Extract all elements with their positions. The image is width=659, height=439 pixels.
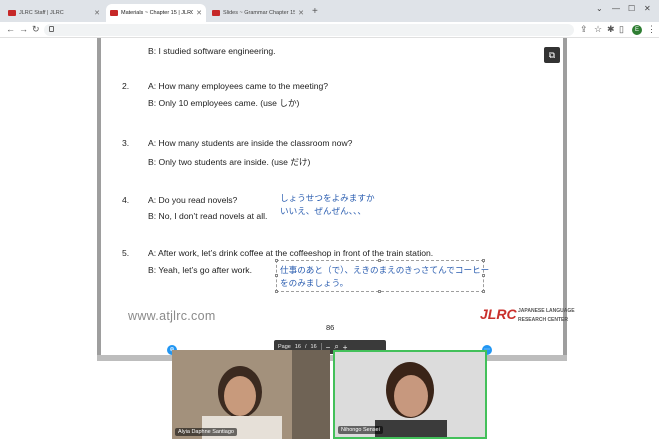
screen: JLRC Staff | JLRC ✕ Materials ~ Chapter …	[0, 0, 659, 439]
handwritten-note: いいえ、ぜんぜん、、、	[280, 206, 366, 216]
address-bar[interactable]	[44, 24, 574, 36]
tab-jlrc-staff[interactable]: JLRC Staff | JLRC ✕	[4, 4, 104, 22]
jlrc-favicon-icon	[8, 10, 16, 16]
participant-name: Alyia Daphne Santiago	[175, 428, 237, 436]
answer-line: B: No, I don’t read novels at all.	[148, 211, 268, 221]
handwritten-note: 仕事のあと（で）、えきのまえのきっさてんでコーヒー	[280, 265, 490, 275]
extensions-icon[interactable]: ✱	[607, 24, 615, 35]
answer-line: B: I studied software engineering.	[148, 46, 276, 56]
horizontal-scrollbar[interactable]	[97, 355, 567, 361]
sidebar-icon[interactable]: ▯	[619, 24, 624, 35]
question-line: A: Do you read novels?	[148, 195, 238, 205]
handwritten-note: をのみましょう。	[280, 278, 349, 288]
lock-icon	[49, 26, 54, 32]
resize-handle[interactable]	[275, 274, 278, 277]
answer-line: B: Yeah, let’s go after work.	[148, 265, 252, 275]
jlrc-favicon-icon	[110, 10, 118, 16]
question-number: 2.	[122, 81, 130, 91]
menu-icon[interactable]: ⋮	[647, 24, 656, 35]
share-icon[interactable]: ⇪	[580, 24, 588, 35]
resize-handle[interactable]	[378, 290, 381, 293]
forward-icon[interactable]: →	[19, 24, 28, 34]
window-close-icon[interactable]: ✕	[644, 4, 651, 13]
reload-icon[interactable]: ↻	[32, 24, 40, 35]
tab-title: Slides ~ Grammar Chapter 15 | JLRC	[223, 10, 296, 16]
participant-video-tile[interactable]: Alyia Daphne Santiago	[172, 350, 330, 439]
page-number: 86	[326, 323, 335, 332]
participant-avatar	[172, 350, 330, 439]
resize-handle[interactable]	[378, 259, 381, 262]
browser-toolbar: ← → ↻ ⇪ ☆ ✱ ▯ E ⋮	[0, 22, 659, 38]
tab-title: JLRC Staff | JLRC	[19, 10, 64, 16]
browser-tab-strip: JLRC Staff | JLRC ✕ Materials ~ Chapter …	[0, 0, 659, 22]
question-line: A: How many employees came to the meetin…	[148, 81, 329, 91]
resize-handle[interactable]	[482, 290, 485, 293]
handwritten-note: しょうせつをよみますか	[280, 193, 375, 203]
tab-slides[interactable]: Slides ~ Grammar Chapter 15 | JLRC ✕	[208, 4, 308, 22]
new-tab-icon[interactable]: +	[312, 6, 318, 17]
participant-name: Nihongo Sensei	[338, 426, 383, 434]
popout-icon[interactable]: ⧉	[544, 47, 560, 63]
close-icon[interactable]: ✕	[94, 9, 100, 17]
participant-video-tile-active[interactable]: Nihongo Sensei	[333, 350, 487, 439]
resize-handle[interactable]	[482, 259, 485, 262]
tab-materials[interactable]: Materials ~ Chapter 15 | JLRC ✕	[106, 4, 206, 22]
close-icon[interactable]: ✕	[196, 9, 202, 17]
resize-handle[interactable]	[275, 259, 278, 262]
maximize-icon[interactable]: ☐	[628, 4, 635, 13]
logo-subtitle: JAPANESE LANGUAGE	[518, 308, 575, 314]
answer-line: B: Only two students are inside. (use だけ…	[148, 157, 311, 167]
resize-handle[interactable]	[275, 290, 278, 293]
minimize-icon[interactable]: —	[612, 4, 620, 13]
question-number: 3.	[122, 138, 130, 148]
bookmark-star-icon[interactable]: ☆	[594, 24, 602, 35]
question-number: 5.	[122, 248, 130, 258]
jlrc-favicon-icon	[212, 10, 220, 16]
participant-avatar	[335, 352, 485, 437]
chevron-down-icon[interactable]: ⌄	[596, 4, 603, 13]
back-icon[interactable]: ←	[6, 24, 15, 34]
jlrc-logo: JLRC JAPANESE LANGUAGE RESEARCH CENTER	[480, 305, 575, 329]
website-footer: www.atjlrc.com	[128, 309, 216, 323]
tab-title: Materials ~ Chapter 15 | JLRC	[121, 10, 194, 16]
answer-line: B: Only 10 employees came. (use しか)	[148, 98, 300, 108]
logo-subtitle: RESEARCH CENTER	[518, 317, 569, 323]
question-line: A: How many students are inside the clas…	[148, 138, 353, 148]
question-number: 4.	[122, 195, 130, 205]
logo-text: JLRC	[480, 306, 517, 322]
close-icon[interactable]: ✕	[298, 9, 304, 17]
profile-avatar[interactable]: E	[632, 25, 642, 35]
question-line: A: After work, let’s drink coffee at the…	[148, 248, 434, 258]
